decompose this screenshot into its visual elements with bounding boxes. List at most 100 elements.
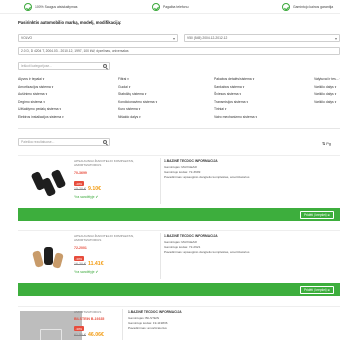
chevron-down-icon: ▾ (334, 92, 337, 97)
chevron-down-icon: ▾ (172, 36, 175, 41)
new-price: 11.41€ (88, 261, 104, 267)
category-link[interactable]: Amortizacijos sistema▾ (18, 85, 53, 89)
category-label: Kuro sistema (118, 107, 138, 112)
new-price: 46.06€ (88, 332, 104, 338)
product-image[interactable] (20, 162, 82, 202)
info-line: Gamintojo kodas: 72-2921 (164, 245, 201, 249)
add-to-cart-button[interactable]: Pridėti į krepšelį ⊕ (299, 210, 334, 219)
category-link[interactable]: Aušinimo sistema▾ (18, 92, 47, 96)
card-divider (122, 309, 123, 340)
sort-control[interactable]: ⇅ Pg (322, 141, 331, 146)
category-label: Užšaldymo pedalų sistema (18, 107, 59, 112)
chevron-down-icon: ▾ (139, 115, 141, 119)
make-select[interactable]: VOLVO ▾ (18, 34, 178, 42)
category-search-input[interactable]: Ieškoti kategorijose... (18, 62, 110, 70)
product-category: AMORTIZATORIUS (74, 310, 102, 314)
search-icon[interactable] (103, 140, 107, 144)
category-label: Amortizacijos sistema (18, 84, 51, 89)
chevron-down-icon: ▾ (45, 92, 48, 97)
product-category: APSAUGINIAI ŽIAKOTELIO KOMPLEKTAI, AMORT… (74, 234, 135, 242)
card-action-bar: Pridėti į krepšelį ⊕ (18, 208, 340, 221)
category-link[interactable]: Variklio dalys▾ (314, 92, 336, 96)
divider (18, 128, 340, 129)
product-image-placeholder[interactable] (20, 311, 82, 340)
category-link[interactable]: Kuro sistema▾ (118, 107, 140, 111)
category-link[interactable]: Filtrai▾ (118, 77, 129, 81)
top-benefits-bar: 100% Saugus atsiskaitymas Pagalba telefo… (0, 0, 340, 14)
product-code[interactable]: 70-3699 (74, 171, 87, 175)
modification-select[interactable]: 2.0 D, D 4204 T, 2004.03 - 2010.12, 1997… (18, 47, 340, 55)
vehicle-selector-title: Pasirinktis automobilio marką, modelį, m… (18, 20, 122, 25)
chevron-down-icon: ▾ (334, 36, 337, 41)
chevron-down-icon: ▾ (334, 84, 337, 89)
product-code[interactable]: 72-2001 (74, 246, 87, 250)
chevron-down-icon: ▾ (224, 107, 227, 112)
chevron-down-icon: ▾ (62, 115, 64, 119)
category-label: Tiriniai (214, 107, 224, 112)
results-search-placeholder: Paieška rezultatuose... (21, 140, 55, 144)
category-label: Elektros instaliacijos sistema (18, 115, 62, 119)
benefit-label: 100% Saugus atsiskaitymas (35, 5, 78, 9)
add-to-cart-button[interactable]: Pridėti į krepšelį ⊕ (299, 285, 334, 294)
sort-icon: ⇅ (322, 142, 326, 146)
product-image-part (32, 250, 44, 268)
category-link[interactable]: Sankabos sistema▾ (214, 85, 244, 89)
info-line: Gamintojo kodas: 19-119836 (128, 321, 168, 325)
chevron-down-icon: ▾ (127, 77, 129, 81)
category-link[interactable]: Užšaldymo pedalų sistema▾ (18, 107, 61, 111)
category-label: Variklio dalys (314, 92, 334, 97)
category-link[interactable]: Valytuvai ir tes...▾ (314, 77, 340, 81)
category-link[interactable]: Alyvos ir tepalai▾ (18, 77, 44, 81)
benefit-phone-help: Pagalba telefonu (152, 2, 188, 12)
chevron-down-icon: ▾ (155, 99, 158, 104)
category-link[interactable]: Nišaido dalys▾ (118, 115, 141, 119)
chevron-down-icon: ▾ (334, 99, 337, 104)
category-link[interactable]: Degimo sistema▾ (18, 100, 45, 104)
chevron-down-icon: ▾ (59, 107, 62, 112)
stock-status: Yra sandėlyje ✔ (74, 195, 99, 199)
category-link[interactable]: Šviesos sistema▾ (214, 92, 241, 96)
category-label: Kondicionavimo sistema (118, 99, 155, 104)
category-link[interactable]: Pakabos detalės/sistema▾ (214, 77, 254, 81)
old-price: 16.30 € (74, 262, 86, 266)
category-label: Vairo mechanizmo sistema (214, 115, 255, 119)
info-line: Gamintojas: BILSTEIN (128, 316, 160, 320)
product-card[interactable]: APSAUGINIAI ŽIAKOTELIO KOMPLEKTAI, AMORT… (18, 230, 340, 300)
info-title: 1.BAZINĖ TECDOC INFORMACIJA (164, 159, 218, 163)
chevron-down-icon: ▾ (42, 77, 45, 81)
category-link[interactable]: Tiriniai▾ (214, 107, 226, 111)
discount-badge: -30% (74, 326, 84, 331)
product-card[interactable]: APSAUGINIAI ŽIAKOTELIO KOMPLEKTAI, AMORT… (18, 155, 340, 225)
sort-label: Pg (326, 142, 331, 146)
category-label: Transmisijos sistema (214, 99, 246, 104)
search-icon[interactable] (103, 64, 107, 68)
category-link[interactable]: Kondicionavimo sistema▾ (118, 100, 157, 104)
product-image[interactable] (20, 237, 82, 277)
product-category: APSAUGINIAI ŽIAKOTELIO KOMPLEKTAI, AMORT… (74, 159, 135, 167)
info-title: 1.BAZINĖ TECDOC INFORMACIJA (128, 310, 182, 314)
category-link[interactable]: Stabdžių sistema▾ (118, 92, 146, 96)
model-select[interactable]: V50 (545) 2004.12-2012.12 ▾ (184, 34, 340, 42)
old-price: 15.20 € (74, 187, 86, 191)
category-link[interactable]: Variklio dalys▾ (314, 85, 336, 89)
category-label: Pakabos detalės/sistema (214, 77, 252, 81)
category-link[interactable]: Variklio dalys▾ (314, 100, 336, 104)
category-search-placeholder: Ieškoti kategorijose... (21, 64, 52, 68)
make-value: VOLVO (21, 36, 33, 40)
new-price: 9.10€ (88, 186, 101, 192)
warranty-icon (282, 3, 290, 11)
chevron-down-icon: ▾ (242, 84, 245, 89)
results-search-input[interactable]: Paieška rezultatuose... (18, 138, 110, 146)
model-value: V50 (545) 2004.12-2012.12 (187, 36, 228, 40)
category-link[interactable]: Elektros instaliacijos sistema▾ (18, 115, 64, 119)
category-link[interactable]: Vairo mechanizmo sistema▾ (214, 115, 257, 119)
card-action-bar: Pridėti į krepšelį ⊕ (18, 283, 340, 296)
category-link[interactable]: Transmisijos sistema▾ (214, 100, 248, 104)
discount-badge: -30% (74, 256, 84, 261)
category-link[interactable]: Guolai▾ (118, 85, 130, 89)
product-code[interactable]: BILSTEIN B-19335 (74, 317, 104, 321)
chevron-down-icon: ▾ (43, 99, 45, 104)
product-card[interactable]: AMORTIZATORIUS BILSTEIN B-19335 -30% 61.… (18, 306, 340, 340)
category-label: Alyvos ir tepalai (18, 77, 42, 81)
modification-value: 2.0 D, D 4204 T, 2004.03 - 2010.12, 1997… (21, 49, 129, 53)
